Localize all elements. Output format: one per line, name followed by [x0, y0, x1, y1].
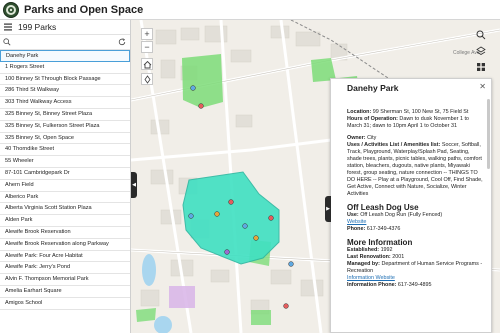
- park-list-item[interactable]: Alberico Park: [0, 192, 130, 204]
- popup-body: Location: 99 Sherman St, 100 New St, 75 …: [347, 109, 483, 289]
- park-list-item[interactable]: Alewife Brook Reservation: [0, 227, 130, 239]
- park-list-item[interactable]: Alewife Brook Reservation along Parkway: [0, 239, 130, 251]
- uses-label: Uses / Activities List / Amenities list:: [347, 142, 441, 148]
- park-list: Danehy Park 1 Rogers Street 100 Binney St …: [0, 50, 130, 310]
- dog-use-heading: Off Leash Dog Use: [347, 203, 419, 212]
- dog-use-value: Off Leash Dog Run (Fully Fenced): [360, 212, 443, 218]
- popup-title: Danehy Park: [347, 83, 399, 93]
- uses-value: Soccer, Softball, Track, Playground, Wat…: [347, 142, 483, 197]
- park-list-item[interactable]: 55 Wheeler: [0, 156, 130, 168]
- more-info-heading: More Information: [347, 238, 413, 247]
- info-phone-value: 617-349-4895: [397, 282, 432, 288]
- owner-value: City: [367, 135, 377, 141]
- renovation-value: 2001: [392, 254, 405, 260]
- park-list-item[interactable]: 100 Binney St Through Block Passage: [0, 74, 130, 86]
- collapse-list-tab[interactable]: ◀: [131, 172, 137, 198]
- park-list-item[interactable]: Alberta Virginia Scott Station Plaza: [0, 203, 130, 216]
- search-input[interactable]: [13, 36, 117, 48]
- park-list-item[interactable]: 87-101 Cambridgepark Dr: [0, 168, 130, 180]
- home-icon: [143, 60, 151, 68]
- map-toolbar: [474, 28, 492, 76]
- park-list-item[interactable]: Amigos School: [0, 298, 130, 310]
- collapse-popup-tab[interactable]: ▶: [325, 196, 331, 222]
- dog-use-label: Use:: [347, 212, 359, 218]
- search-icon: [476, 30, 486, 40]
- app-header: Parks and Open Space: [0, 0, 500, 20]
- list-header: 199 Parks: [0, 20, 130, 35]
- chevron-right-icon: ▶: [326, 206, 330, 212]
- layers-icon: [476, 46, 486, 55]
- dog-phone-label: Phone:: [347, 226, 366, 232]
- popup-scrollbar[interactable]: [487, 99, 490, 169]
- compass-button[interactable]: [141, 73, 153, 85]
- dog-phone-value: 617-349-4376: [366, 226, 401, 232]
- location-value: 99 Sherman St, 100 New St, 75 Field St: [372, 109, 469, 115]
- home-button[interactable]: [141, 58, 153, 70]
- park-list-item[interactable]: Ahern Field: [0, 180, 130, 192]
- chevron-left-icon: ◀: [132, 182, 136, 188]
- hours-label: Hours of Operation:: [347, 116, 398, 122]
- established-value: 1992: [380, 247, 393, 253]
- park-list-item[interactable]: Alvin F. Thompson Memorial Park: [0, 274, 130, 286]
- refresh-icon: [118, 38, 126, 46]
- park-list-item[interactable]: Alewife Park: Four Acre Habitat: [0, 251, 130, 263]
- layers-button[interactable]: [474, 44, 488, 58]
- park-list-item[interactable]: 325 Binney St, Binney Street Plaza: [0, 109, 130, 121]
- info-phone-label: Information Phone:: [347, 282, 397, 288]
- park-list-item[interactable]: 303 Third Walkway Access: [0, 97, 130, 109]
- search-icon: [3, 38, 11, 46]
- compass-icon: [144, 74, 150, 84]
- grid-icon: [477, 63, 485, 71]
- close-icon[interactable]: ✕: [479, 82, 486, 91]
- basemap-button[interactable]: [474, 60, 488, 74]
- app-title: Parks and Open Space: [24, 3, 144, 16]
- zoom-out-button[interactable]: −: [141, 41, 153, 53]
- search-bar: [0, 35, 130, 50]
- park-list-item[interactable]: Alden Park: [0, 215, 130, 227]
- owner-label: Owner:: [347, 135, 366, 141]
- renovation-label: Last Renovation:: [347, 254, 391, 260]
- park-list-item[interactable]: 40 Thorndike Street: [0, 144, 130, 157]
- managed-label: Managed by:: [347, 261, 380, 267]
- established-label: Established:: [347, 247, 380, 253]
- park-count: 199 Parks: [18, 22, 57, 32]
- parks-list-panel: 199 Parks Danehy Park 1 Rogers Street 100 …: [0, 20, 131, 333]
- city-seal-logo: [3, 1, 19, 18]
- park-list-item[interactable]: 325 Binney St, Open Space: [0, 133, 130, 145]
- park-list-item[interactable]: 1 Rogers Street: [0, 62, 130, 74]
- search-tool-button[interactable]: [474, 28, 488, 42]
- refresh-button[interactable]: [117, 37, 127, 47]
- list-icon: [2, 21, 14, 33]
- park-list-item[interactable]: 286 Third St Walkway: [0, 85, 130, 98]
- park-details-popup: Danehy Park ✕ Location: 99 Sherman St, 1…: [330, 78, 492, 333]
- dog-website-link[interactable]: Website: [347, 219, 366, 225]
- location-label: Location:: [347, 109, 372, 115]
- park-list-item[interactable]: Danehy Park: [0, 50, 130, 62]
- park-list-item[interactable]: Amelia Earhart Square: [0, 286, 130, 298]
- info-website-link[interactable]: Information Website: [347, 275, 395, 281]
- park-list-item[interactable]: Alewife Park: Jerry's Pond: [0, 262, 130, 275]
- zoom-in-button[interactable]: +: [141, 28, 153, 40]
- park-list-item[interactable]: 325 Binney St, Fulkerson Street Plaza: [0, 121, 130, 133]
